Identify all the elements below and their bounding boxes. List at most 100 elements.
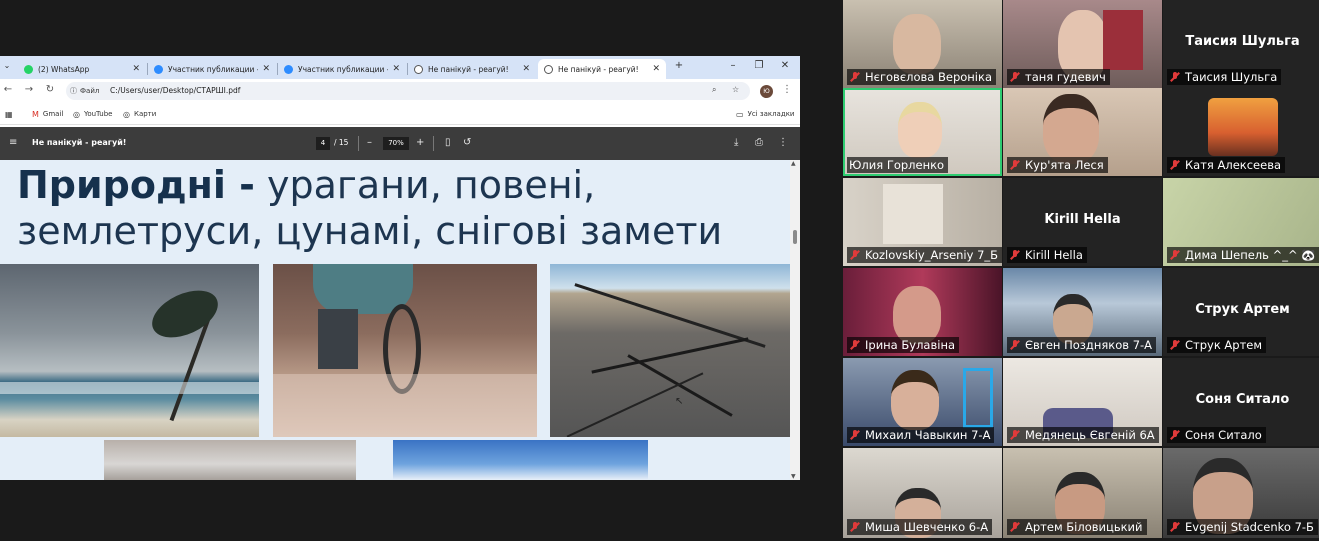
slide-heading-bold: Природні -	[17, 163, 255, 207]
participant-name: Кур'ята Леся	[1007, 157, 1108, 173]
window-close-icon[interactable]: ✕	[778, 60, 792, 71]
mouse-cursor-icon: ↖	[675, 396, 684, 407]
participant-name: Артем Біловицький	[1007, 519, 1147, 535]
tab-label: Не панікуй - реагуй!	[558, 64, 639, 74]
bookmark-star-icon[interactable]: ☆	[732, 85, 739, 94]
participant-tile[interactable]: Таисия Шульга Таисия Шульга	[1163, 0, 1319, 88]
more-options-icon[interactable]: ⋮	[778, 137, 788, 148]
muted-mic-icon	[1009, 429, 1021, 441]
address-bar[interactable]: ⓘ Файл C:/Users/user/Desktop/СТАРШІ.pdf ⌕…	[66, 82, 750, 100]
new-tab-button[interactable]: +	[672, 60, 686, 71]
bookmark-maps[interactable]: ◎ Карти	[123, 108, 156, 120]
participant-tile[interactable]: Kozlovskiy_Arseniy 7_Б	[843, 178, 1002, 266]
profile-avatar[interactable]: Ю	[760, 85, 773, 98]
participant-tile[interactable]: Кур'ята Леся	[1003, 88, 1162, 176]
reload-icon[interactable]: ↻	[43, 84, 57, 95]
pdf-page-view[interactable]: Природні - урагани, повені, землетруси, …	[0, 160, 790, 480]
close-icon[interactable]: ✕	[392, 64, 400, 74]
tab-whatsapp[interactable]: (2) WhatsApp ✕	[18, 59, 146, 79]
zoom-icon	[284, 64, 293, 74]
page-number-input[interactable]: 4	[316, 137, 330, 150]
participant-tile[interactable]: Нєговєлова Вероніка	[843, 0, 1002, 88]
print-icon[interactable]: ⎙	[755, 137, 763, 148]
close-icon[interactable]: ✕	[132, 64, 140, 74]
tab-pdf-active[interactable]: Не панікуй - реагуй! ✕	[538, 59, 666, 79]
earthquake-photo	[550, 264, 790, 437]
muted-mic-icon	[849, 249, 861, 261]
muted-mic-icon	[1009, 339, 1021, 351]
participant-tile[interactable]: Євген Поздняков 7-А	[1003, 268, 1162, 356]
muted-mic-icon	[1169, 339, 1181, 351]
scroll-up-icon[interactable]: ▲	[791, 160, 796, 167]
zoom-lens-icon[interactable]: ⌕	[712, 85, 716, 95]
close-icon[interactable]: ✕	[522, 64, 530, 74]
zoom-input[interactable]: 70%	[383, 137, 409, 150]
muted-mic-icon	[1169, 249, 1181, 261]
apps-grid-icon[interactable]: ▦	[5, 108, 17, 120]
zoom-out-icon[interactable]: –	[367, 137, 372, 148]
muted-mic-icon	[1009, 159, 1021, 171]
fit-page-icon[interactable]: ▯	[445, 137, 451, 148]
participant-name: Ірина Булавіна	[847, 337, 960, 353]
muted-mic-icon	[1169, 521, 1181, 533]
pdf-title: Не панікуй - реагуй!	[32, 138, 127, 147]
download-icon[interactable]: ⤓	[734, 137, 738, 148]
muted-mic-icon	[849, 339, 861, 351]
participant-tile[interactable]: Струк Артем Струк Артем	[1163, 268, 1319, 356]
desktop: { "browser": { "tabs": [ {"label": "(2) …	[0, 0, 1319, 541]
participant-name: Kirill Hella	[1007, 247, 1087, 263]
participant-tile[interactable]: Миша Шевченко 6-А	[843, 448, 1002, 538]
participant-tile[interactable]: Катя Алексеева	[1163, 88, 1319, 176]
participant-tile[interactable]: Соня Ситало Соня Ситало	[1163, 358, 1319, 446]
muted-mic-icon	[1009, 521, 1021, 533]
youtube-icon: ◎	[73, 109, 80, 119]
forward-icon[interactable]: →	[22, 84, 36, 95]
page-total: / 15	[334, 138, 349, 147]
all-bookmarks[interactable]: ▭ Усі закладки	[736, 108, 794, 120]
participant-name: таня гудевич	[1007, 69, 1110, 85]
participant-tile[interactable]: Дима Шепель ^_^ 🐼 Ш	[1163, 178, 1319, 266]
whatsapp-icon	[24, 64, 33, 74]
tab-label: Не панікуй - реагуй!	[428, 64, 509, 74]
zoom-in-icon[interactable]: +	[416, 137, 424, 148]
participant-display-name: Струк Артем	[1195, 302, 1290, 317]
restore-icon[interactable]: ❐	[752, 60, 766, 71]
site-info-chip[interactable]: ⓘ Файл	[70, 85, 99, 97]
url-text[interactable]: C:/Users/user/Desktop/СТАРШІ.pdf	[110, 85, 240, 97]
all-bookmarks-label: Усі закладки	[747, 110, 795, 118]
rotate-icon[interactable]: ↺	[463, 137, 471, 148]
participant-tile[interactable]: Михаил Чавыкин 7-А	[843, 358, 1002, 446]
muted-mic-icon	[849, 521, 861, 533]
tab-pdf-1[interactable]: Не панікуй - реагуй! ✕	[408, 59, 536, 79]
muted-mic-icon	[849, 429, 861, 441]
menu-dots-icon[interactable]: ⋮	[780, 84, 794, 95]
participant-tile[interactable]: Ірина Булавіна	[843, 268, 1002, 356]
muted-mic-icon	[1169, 71, 1181, 83]
bookmark-gmail[interactable]: M Gmail	[32, 108, 63, 120]
participant-tile[interactable]: Kirill Hella Kirill Hella	[1003, 178, 1162, 266]
bookmarks-bar: ▦ M Gmail ◎ YouTube ◎ Карти ▭ Усі закладки	[0, 103, 800, 125]
participant-tile[interactable]: таня гудевич	[1003, 0, 1162, 88]
close-icon[interactable]: ✕	[262, 64, 270, 74]
participant-tile[interactable]: Evgenij Stadcenko 7-Б	[1163, 448, 1319, 538]
participant-name: Нєговєлова Вероніка	[847, 69, 996, 85]
participant-name: Дима Шепель ^_^ 🐼 Ш	[1167, 247, 1319, 263]
hurricane-photo	[0, 264, 259, 437]
slide-heading: Природні - урагани, повені, землетруси, …	[17, 162, 777, 254]
close-icon[interactable]: ✕	[652, 64, 660, 74]
participant-tile-active-speaker[interactable]: Юлия Горленко	[843, 88, 1002, 176]
bookmark-youtube[interactable]: ◎ YouTube	[73, 108, 112, 120]
scroll-down-icon[interactable]: ▼	[791, 473, 796, 480]
participant-tile[interactable]: Артем Біловицький	[1003, 448, 1162, 538]
tab-zoom-1[interactable]: Участник публикации - Zoom ✕	[148, 59, 276, 79]
toolbar: ← → ↻ ⓘ Файл C:/Users/user/Desktop/СТАРШІ…	[0, 79, 800, 103]
scroll-thumb[interactable]	[793, 230, 797, 244]
participant-tile[interactable]: Медянець Євгеній 6А	[1003, 358, 1162, 446]
tab-search-icon[interactable]: ⌄	[0, 61, 14, 70]
participant-display-name: Соня Ситало	[1195, 392, 1290, 407]
tab-zoom-2[interactable]: Участник публикации - Zoom ✕	[278, 59, 406, 79]
pdf-scrollbar[interactable]: ▲ ▼	[790, 160, 800, 480]
back-icon[interactable]: ←	[1, 84, 15, 95]
minimize-icon[interactable]: –	[726, 60, 740, 71]
hamburger-menu-icon[interactable]: ≡	[9, 137, 17, 148]
